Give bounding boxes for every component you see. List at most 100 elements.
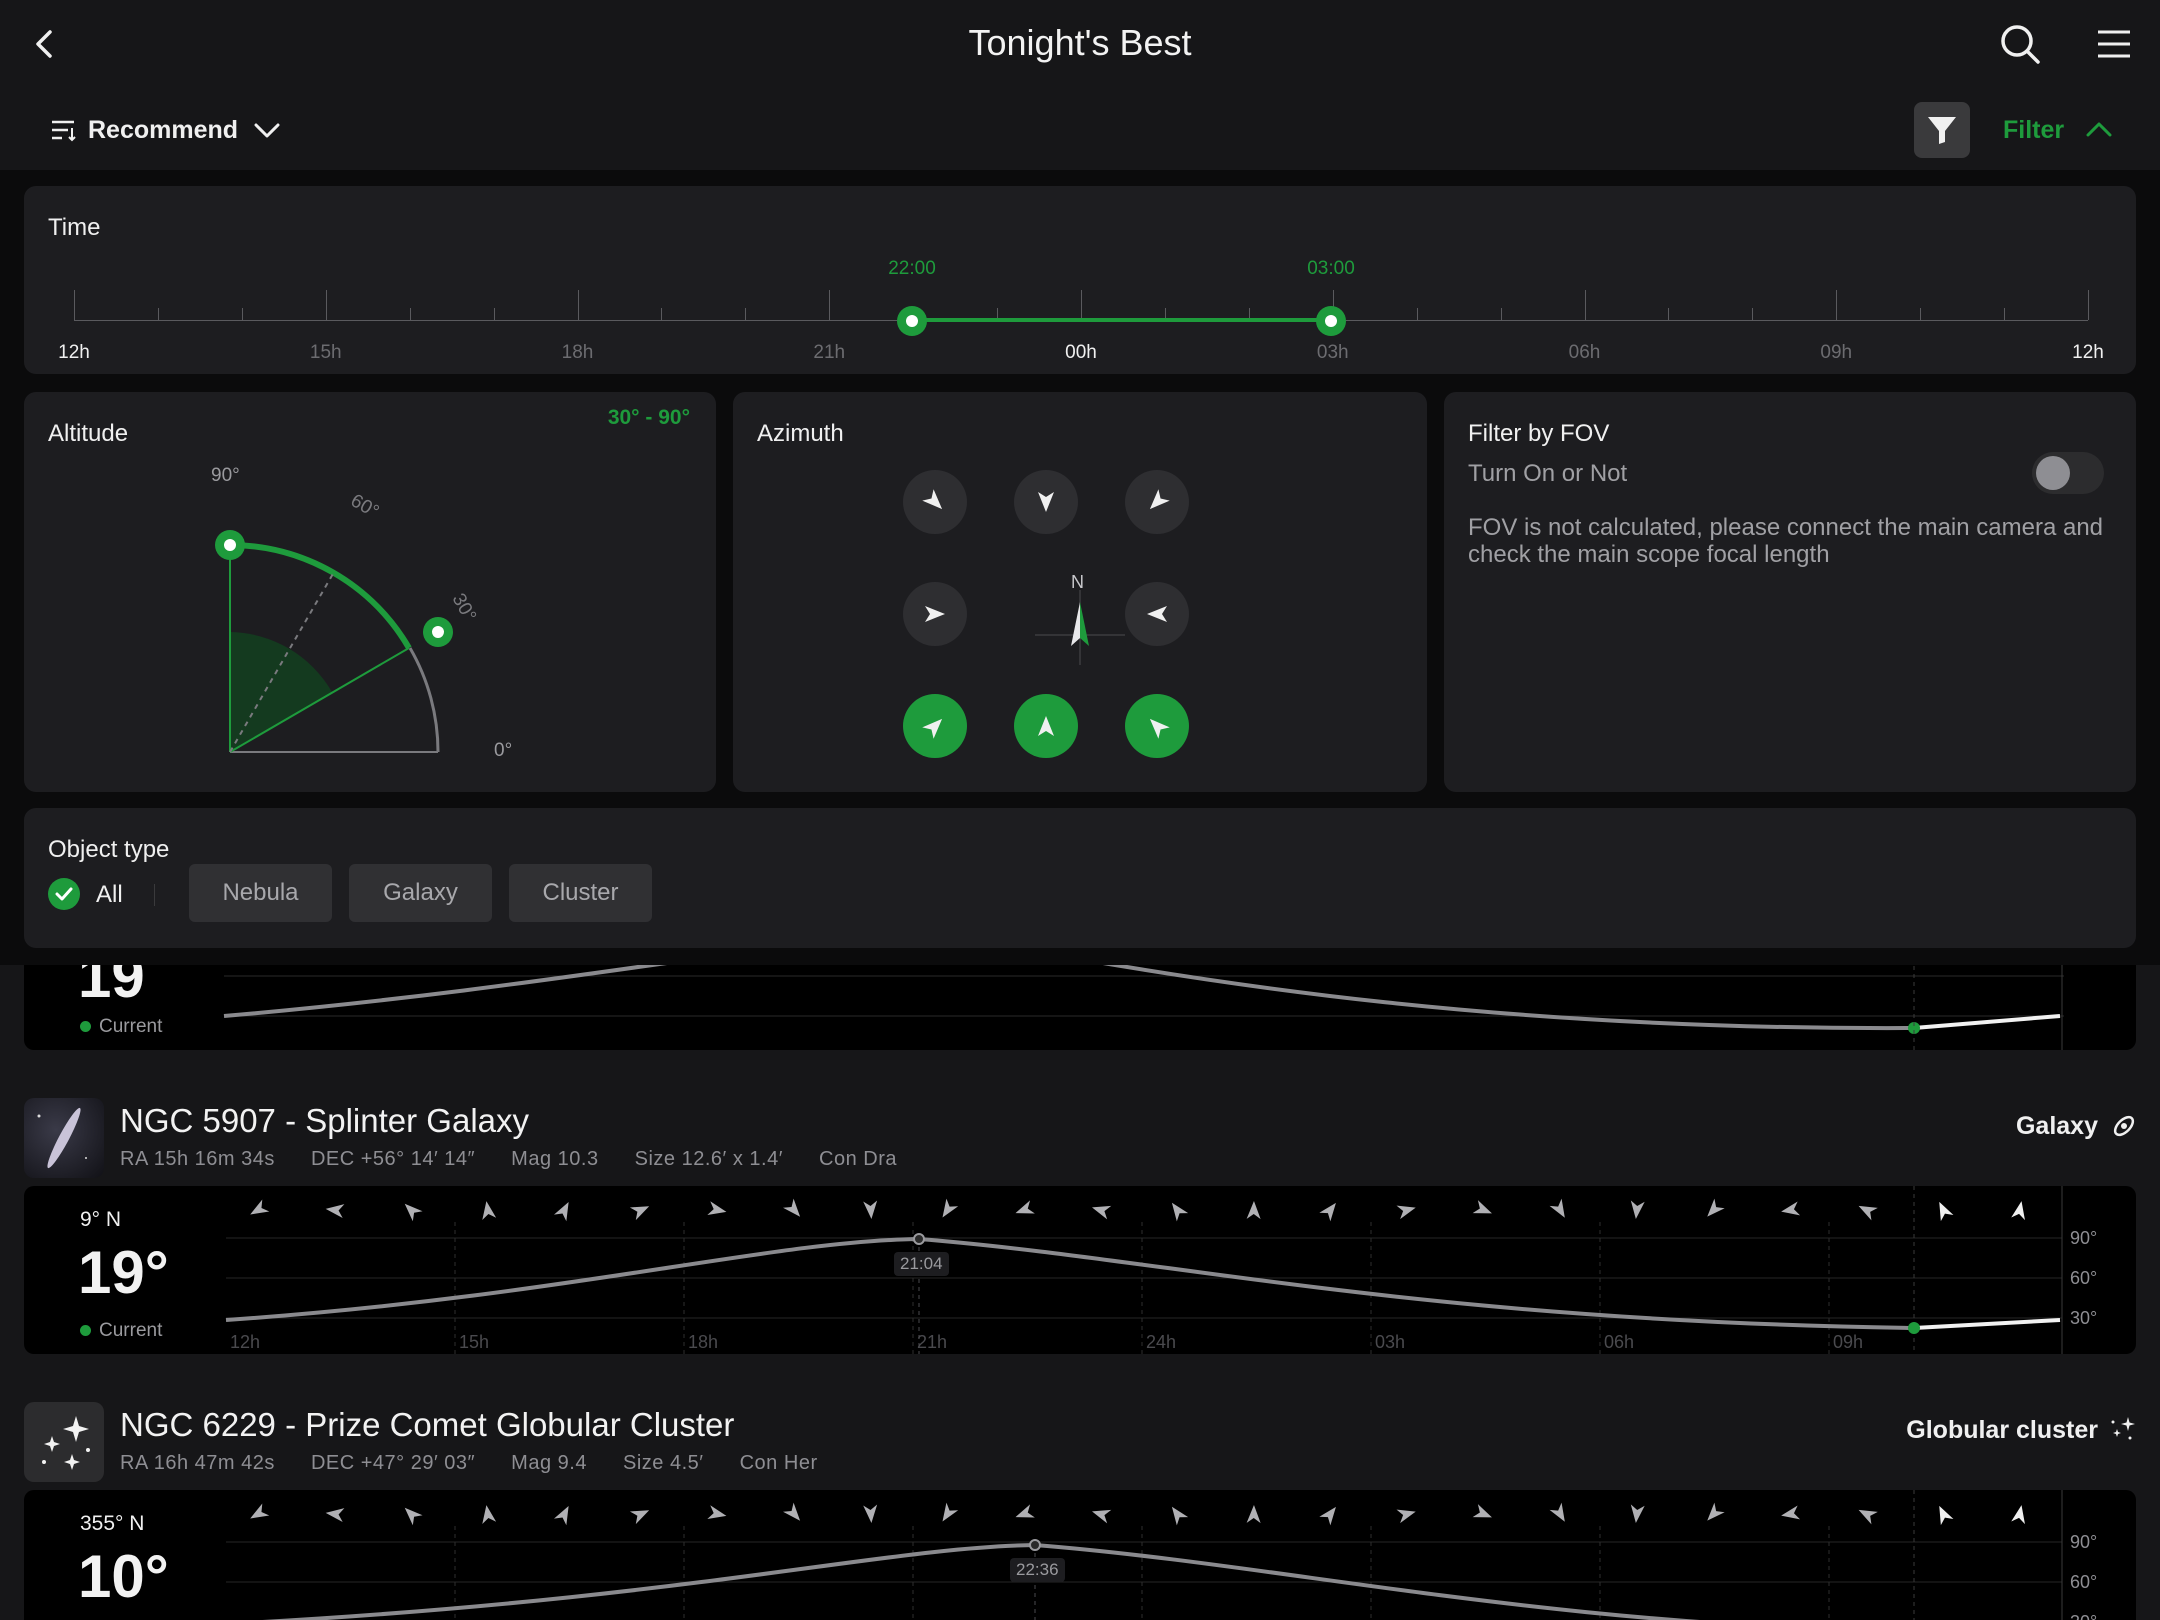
time-minor-tick	[745, 308, 747, 320]
direction-arrow-icon	[1015, 1200, 1035, 1214]
object-type: Globular cluster	[1906, 1416, 2098, 1444]
time-title: Time	[48, 214, 101, 241]
direction-arrow-icon	[1319, 1506, 1336, 1526]
chevron-down-icon[interactable]	[252, 118, 282, 142]
direction-arrow-icon	[1472, 1504, 1492, 1518]
direction-arrow-icon	[1246, 1201, 1261, 1220]
direction-arrow-icon	[404, 1507, 423, 1526]
direction-arrow-icon	[482, 1201, 497, 1220]
direction-arrow-icon	[942, 1502, 959, 1522]
altitude-card: Altitude 30° - 90° 90° 60° 30° 0°	[24, 392, 716, 792]
time-start-label: 22:00	[888, 258, 936, 279]
direction-arrow-icon	[553, 1506, 569, 1526]
object-type-card: Object type All Nebula Galaxy Cluster	[24, 808, 2136, 948]
azimuth-ne-button[interactable]	[1125, 470, 1189, 534]
galaxy-image	[37, 1107, 87, 1169]
azimuth-n-button[interactable]	[1014, 470, 1078, 534]
direction-arrow-icon	[629, 1206, 650, 1221]
search-icon[interactable]	[1998, 22, 2042, 66]
direction-arrow-icon	[1630, 1200, 1645, 1219]
azimuth-title: Azimuth	[757, 420, 844, 447]
direction-arrow-icon	[1781, 1505, 1801, 1520]
sparkle-icon	[2111, 1417, 2135, 1440]
time-minor-tick	[1752, 308, 1754, 320]
check-icon	[55, 887, 73, 901]
chip-nebula[interactable]: Nebula	[189, 864, 332, 922]
peak-time-label: 22:36	[1010, 1558, 1065, 1582]
fov-title: Filter by FOV	[1468, 420, 1610, 447]
direction-arrow-icon	[1939, 1201, 1954, 1222]
arrow-icon	[925, 606, 945, 622]
time-minor-tick	[1500, 308, 1502, 320]
object-name: NGC 6229 - Prize Comet Globular Cluster	[120, 1406, 735, 1443]
fov-toggle[interactable]	[2032, 452, 2104, 494]
direction-arrow-icon	[1015, 1504, 1035, 1518]
chip-galaxy[interactable]: Galaxy	[349, 864, 492, 922]
altitude-curve	[225, 1236, 1915, 1330]
hour-tick-label: 09h	[1833, 1332, 1863, 1352]
altitude-tick-label: 30°	[2070, 1308, 2097, 1328]
hour-tick-label: 24h	[1146, 1332, 1176, 1352]
direction-arrow-icon	[1549, 1198, 1565, 1218]
fov-toggle-label: Turn On or Not	[1468, 460, 1628, 487]
direction-arrow-icon	[553, 1202, 569, 1222]
direction-arrow-icon	[1091, 1205, 1112, 1220]
altitude-90-label: 90°	[211, 465, 240, 486]
time-major-tick	[2088, 290, 2089, 320]
direction-arrow-icon	[1396, 1205, 1416, 1220]
toggle-thumb	[2036, 456, 2070, 490]
arrow-icon	[1149, 718, 1170, 739]
hour-axis	[226, 1026, 2066, 1050]
compass-needle-icon	[1035, 590, 1125, 665]
direction-arrow-icon	[707, 1201, 727, 1215]
direction-arrow-icon	[1472, 1200, 1492, 1214]
time-minor-tick	[493, 308, 495, 320]
filter-button[interactable]	[1914, 102, 1970, 158]
direction-arrow-icon	[1630, 1504, 1645, 1523]
altitude-curve-chart: 12h 15h 18h 21h 24h 03h 06h 09h 90° 60° 30°	[225, 1186, 2097, 1354]
direction-arrow-icon	[404, 1203, 423, 1222]
filter-toggle[interactable]: Filter	[2003, 116, 2064, 145]
arrow-icon	[1038, 492, 1054, 512]
hour-tick-label: 15h	[459, 1332, 489, 1352]
object-type: Galaxy	[2015, 1112, 2098, 1140]
azimuth-s-button[interactable]	[1014, 694, 1078, 758]
arrow-icon	[1149, 489, 1170, 510]
direction-arrow-icon	[1858, 1509, 1878, 1525]
time-minor-tick	[1920, 308, 1922, 320]
object-type-title: Object type	[48, 836, 170, 863]
all-label[interactable]: All	[96, 881, 123, 909]
azimuth-nw-button[interactable]	[903, 470, 967, 534]
all-checkbox[interactable]	[48, 878, 80, 910]
altitude-tick-label: 30°	[2070, 1612, 2097, 1620]
time-minor-tick	[409, 308, 411, 320]
time-start-handle[interactable]	[897, 306, 927, 336]
sort-bar	[0, 88, 2160, 170]
object-thumbnail	[24, 1098, 104, 1178]
altitude-curve-future	[1913, 1318, 2061, 1330]
azimuth-w-button[interactable]	[903, 582, 967, 646]
altitude-tick-label: 60°	[2070, 1572, 2097, 1592]
now-marker	[1908, 1322, 1920, 1334]
chevron-up-icon[interactable]	[2084, 118, 2114, 142]
direction-arrow-icon	[1549, 1502, 1565, 1522]
azimuth-sw-button[interactable]	[903, 694, 967, 758]
altitude-tick-label: 60°	[2070, 1268, 2097, 1288]
time-major-tick	[1836, 290, 1838, 320]
time-end-handle[interactable]	[1316, 306, 1346, 336]
arrow-icon	[1038, 716, 1054, 736]
sort-icon[interactable]	[50, 118, 78, 142]
direction-arrow-icon	[1858, 1205, 1878, 1221]
time-hour-label: 03h	[1316, 342, 1349, 363]
altitude-tick-label: 90°	[2070, 1532, 2097, 1552]
azimuth-e-button[interactable]	[1125, 582, 1189, 646]
peak-marker	[913, 1233, 925, 1245]
azimuth-card: Azimuth N	[733, 392, 1427, 792]
arrow-icon	[922, 489, 943, 510]
time-hour-label: 00h	[1065, 342, 1097, 363]
sort-dropdown[interactable]: Recommend	[88, 116, 238, 145]
direction-arrow-icon	[250, 1503, 270, 1519]
azimuth-se-button[interactable]	[1125, 694, 1189, 758]
chip-cluster[interactable]: Cluster	[509, 864, 652, 922]
menu-icon[interactable]	[2096, 26, 2132, 62]
